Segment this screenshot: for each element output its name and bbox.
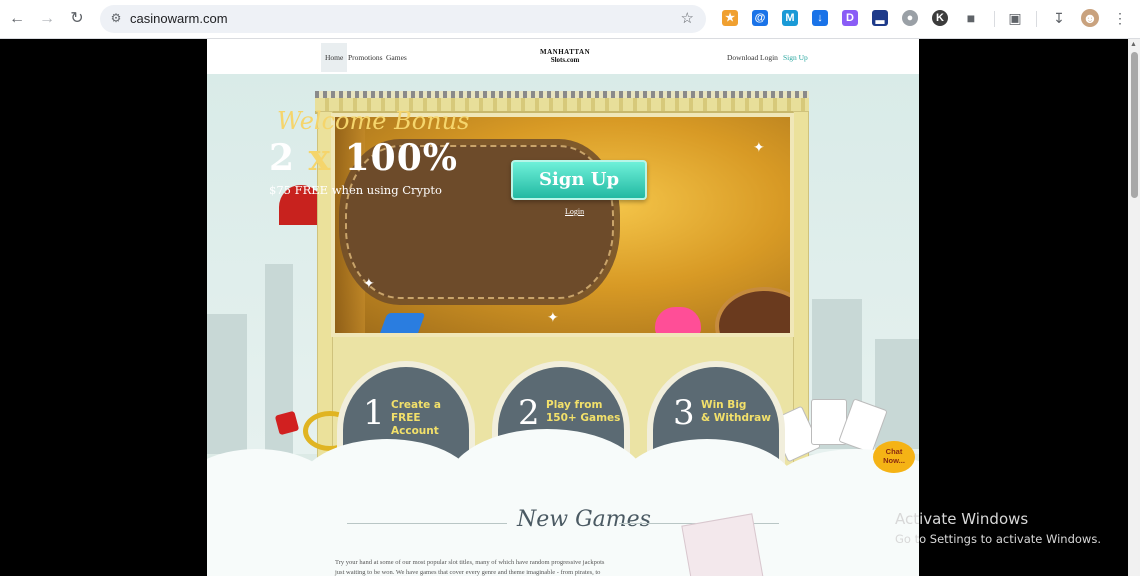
scroll-up-arrow-icon[interactable]: ▲ (1130, 41, 1137, 48)
divider-line (347, 523, 507, 524)
step-label: Play from 150+ Games (546, 399, 626, 425)
extension-download-icon[interactable]: ↓ (812, 10, 828, 26)
new-games-paragraph: Try your hand at some of our most popula… (335, 558, 655, 576)
bonus-subtitle: $75 FREE when using Crypto (269, 183, 442, 197)
pink-heart-gem-image (655, 307, 701, 333)
site-logo[interactable]: MANHATTAN Slots.com (540, 44, 590, 70)
step-label-line: FREE Account (391, 412, 439, 437)
skyline-building (875, 339, 919, 449)
reload-icon[interactable]: ↻ (66, 8, 88, 30)
menu-kebab-icon[interactable]: ⋮ (1111, 9, 1129, 27)
paragraph-line: just waiting to be won. We have games th… (335, 569, 601, 576)
profile-avatar[interactable]: ☻ (1081, 9, 1099, 27)
extensions-puzzle-icon[interactable]: ■ (962, 9, 980, 27)
scrollbar-thumb[interactable] (1131, 52, 1138, 198)
extension-at-icon[interactable]: @ (752, 10, 768, 26)
search-tab-icon[interactable]: ▣ (1006, 9, 1024, 27)
welcome-bonus-title: Welcome Bonus (277, 107, 470, 135)
step-number: 2 (518, 393, 540, 433)
downloads-icon[interactable]: ↧ (1050, 9, 1068, 27)
logo-line2: Slots.com (550, 56, 580, 64)
chat-now-button[interactable]: Chat Now... (873, 441, 915, 473)
windows-activation-watermark: Activate Windows Go to Settings to activ… (895, 510, 1101, 546)
step-label-line: 150+ Games (546, 412, 621, 424)
blue-gem-image (378, 313, 426, 333)
roulette-wheel-image (715, 287, 790, 333)
paragraph-line: Try your hand at some of our most popula… (335, 559, 605, 566)
bookmark-star-icon[interactable]: ☆ (681, 9, 694, 27)
shopping-bag-decoration (681, 513, 765, 576)
logo-line1: MANHATTAN (540, 48, 591, 56)
new-games-heading: New Games (517, 507, 651, 532)
url-text[interactable]: casinowarm.com (130, 11, 228, 26)
extension-globe-icon[interactable]: ● (902, 10, 918, 26)
bonus-percent: 100% (344, 137, 458, 179)
toolbar-divider (1036, 11, 1037, 27)
step-number: 3 (673, 393, 695, 433)
site-header: Home Promotions Games MANHATTAN Slots.co… (207, 39, 919, 74)
bonus-amount: 2 x 100% (269, 137, 458, 179)
step-label-line: Create a (391, 399, 441, 411)
stage-trim (315, 91, 809, 98)
bonus-multiplier: 2 (269, 137, 296, 179)
banner-login-link[interactable]: Login (565, 207, 584, 216)
step-number: 1 (363, 393, 385, 433)
sparkle-icon: ✦ (363, 275, 375, 291)
sparkle-icon: ✦ (753, 139, 765, 155)
step-label: Win Big & Withdraw (701, 399, 781, 425)
nav-login[interactable]: Login (760, 53, 778, 62)
step-label-line: & Withdraw (701, 412, 771, 424)
toolbar-divider (994, 11, 995, 27)
forward-icon[interactable]: → (36, 8, 58, 30)
chat-label-line: Now... (883, 456, 905, 465)
bonus-x: x (308, 137, 332, 179)
extension-icon-1[interactable]: ★ (722, 10, 738, 26)
extension-d-icon[interactable]: D (842, 10, 858, 26)
site-info-icon[interactable]: ⚙ (108, 10, 124, 26)
browser-toolbar: ← → ↻ ⚙ casinowarm.com ☆ ★ @ M ↓ D ▂ ● K… (0, 0, 1140, 39)
extension-mail-icon[interactable]: M (782, 10, 798, 26)
address-bar[interactable]: ⚙ casinowarm.com ☆ (100, 5, 706, 33)
signup-button[interactable]: Sign Up (511, 160, 647, 200)
chat-label-line: Chat (885, 447, 903, 456)
skyline-building (207, 314, 247, 454)
web-page: Home Promotions Games MANHATTAN Slots.co… (207, 39, 919, 576)
nav-download[interactable]: Download (727, 53, 758, 62)
step-label-line: Win Big (701, 399, 747, 411)
watermark-subtitle: Go to Settings to activate Windows. (895, 532, 1101, 546)
nav-games[interactable]: Games (386, 53, 407, 62)
step-label: Create a FREE Account (391, 399, 471, 438)
extension-chart-icon[interactable]: ▂ (872, 10, 888, 26)
step-label-line: Play from (546, 399, 603, 411)
nav-signup[interactable]: Sign Up (783, 53, 808, 62)
watermark-title: Activate Windows (895, 510, 1029, 528)
nav-promotions[interactable]: Promotions (348, 53, 383, 62)
sparkle-icon: ✦ (547, 309, 559, 325)
extension-k-icon[interactable]: K (932, 10, 948, 26)
nav-home[interactable]: Home (321, 43, 348, 72)
back-icon[interactable]: ← (6, 8, 28, 30)
